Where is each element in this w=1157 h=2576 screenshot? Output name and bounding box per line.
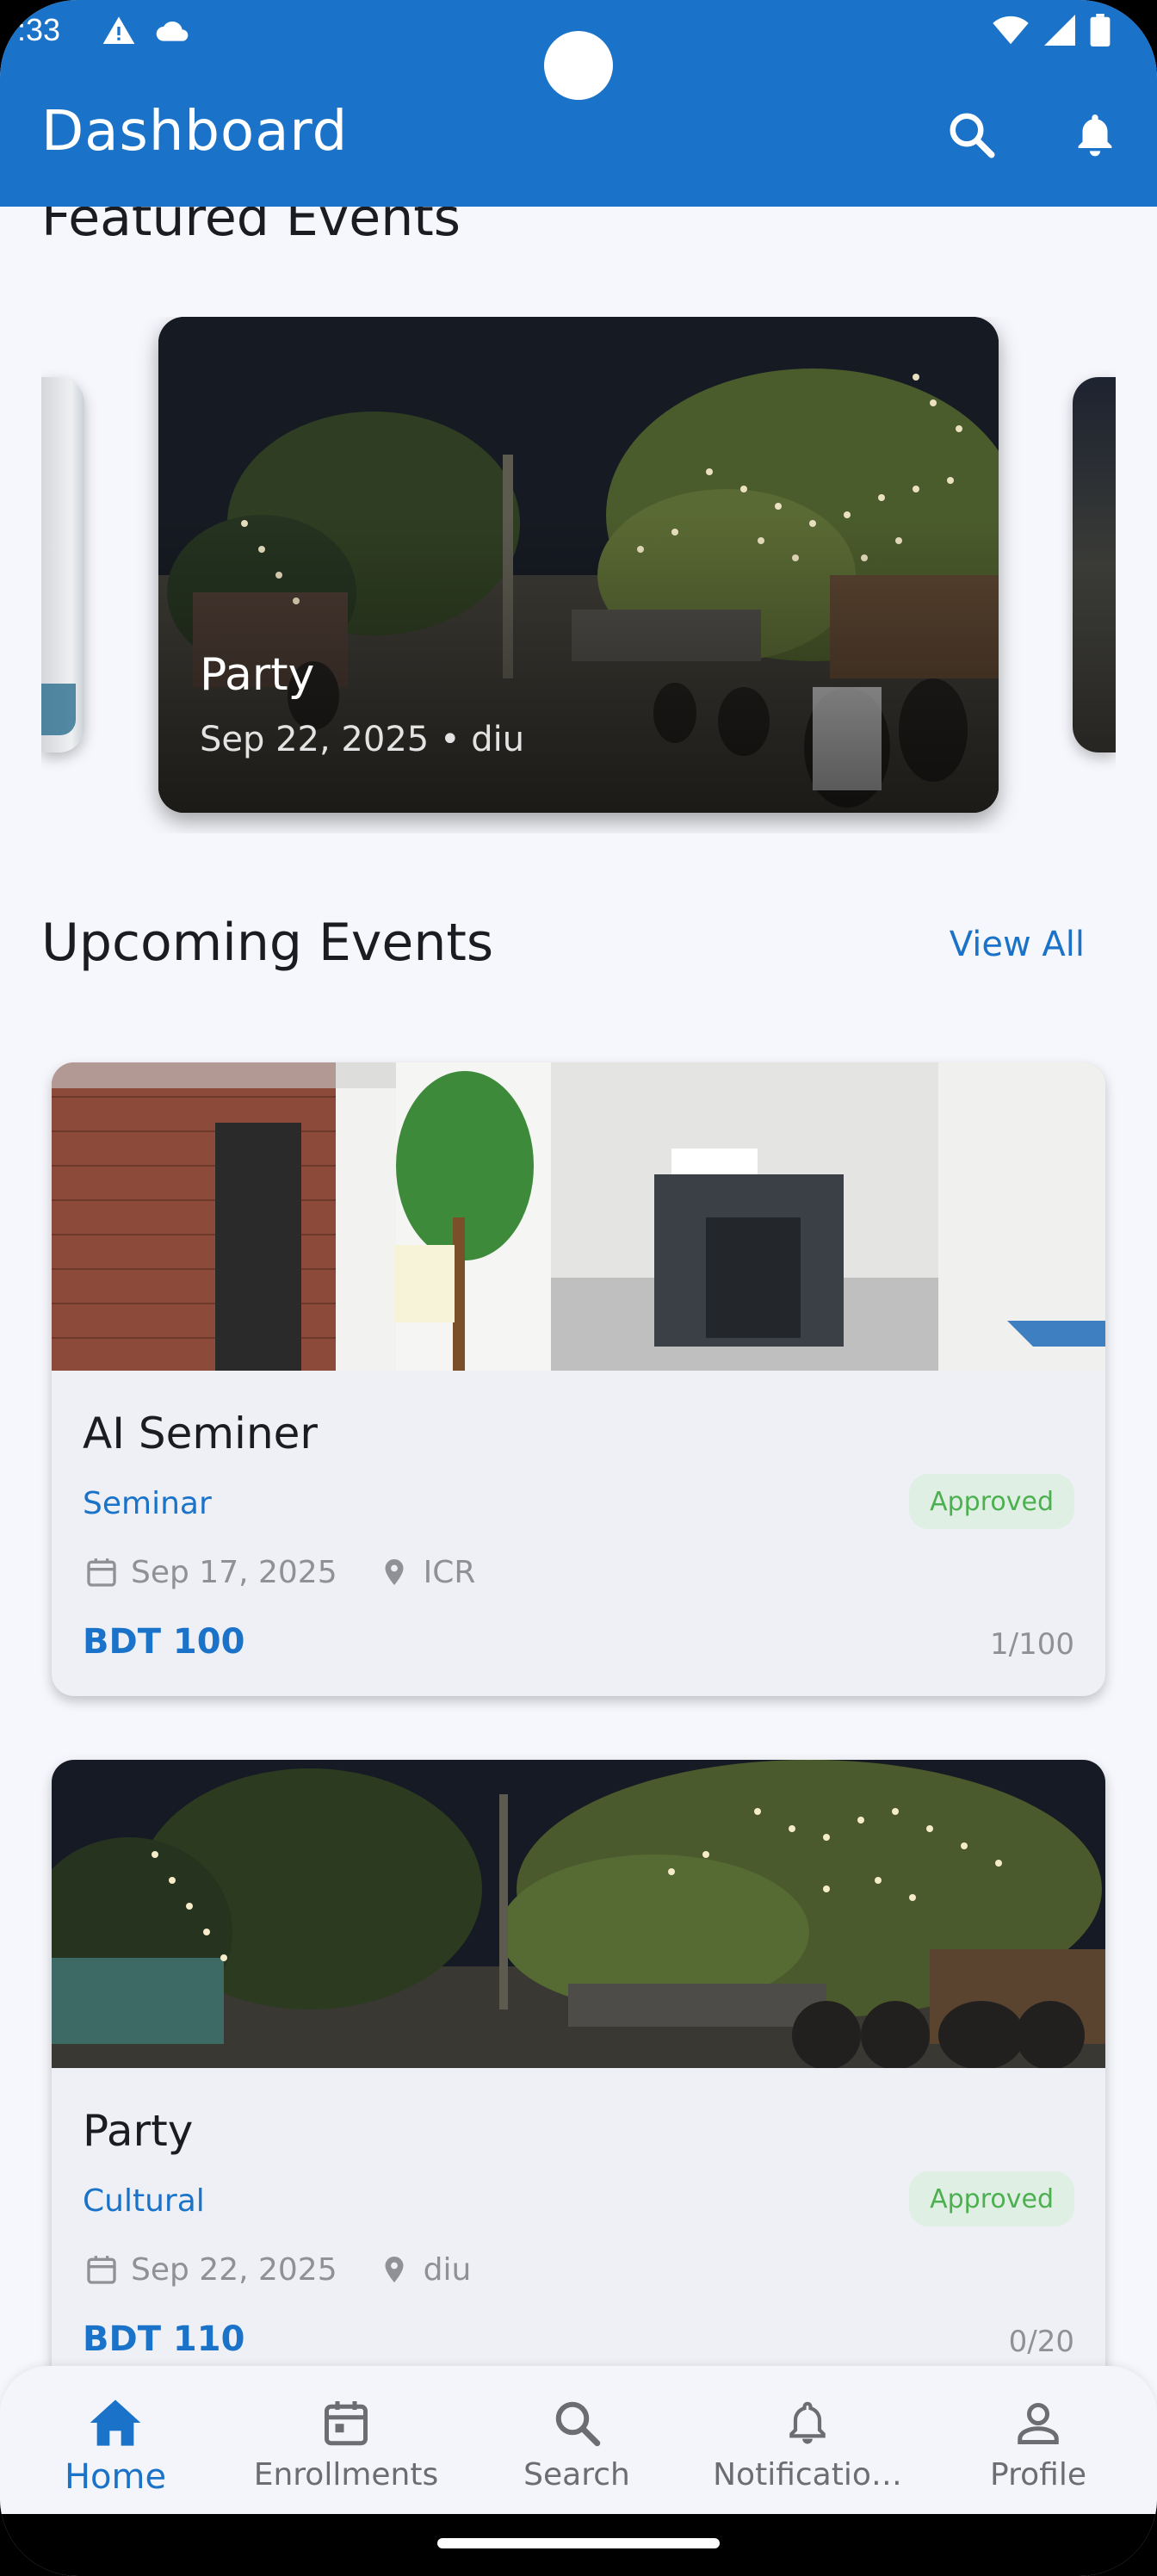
featured-event-meta: Sep 22, 2025 • diu <box>200 720 525 759</box>
status-time: 7:33 <box>0 12 61 47</box>
dashboard-content[interactable]: Featured Events Party Sep 22, 2025 • diu… <box>0 207 1157 2368</box>
nav-item-enrollments[interactable]: Enrollments <box>231 2366 461 2514</box>
status-badge: Approved <box>909 2171 1074 2226</box>
featured-card-next[interactable] <box>1073 377 1116 752</box>
signal-icon <box>1043 15 1076 49</box>
calendar-icon <box>320 2392 372 2454</box>
event-location: ICR <box>423 1554 476 1590</box>
featured-event-card[interactable]: Party Sep 22, 2025 • diu <box>158 317 999 813</box>
nav-label: Profile <box>990 2457 1086 2492</box>
event-meta-row: Sep 17, 2025 ICR <box>83 1553 475 1591</box>
nav-item-notifications[interactable]: Notificatio… <box>692 2366 923 2514</box>
search-button[interactable] <box>940 103 1002 165</box>
bell-icon <box>783 2392 832 2454</box>
event-card[interactable]: Party Cultural Approved Sep 22, 2025 diu… <box>52 1760 1105 2368</box>
event-name: AI Seminer <box>83 1409 318 1458</box>
battery-icon <box>1090 14 1111 50</box>
nav-label: Enrollments <box>253 2457 439 2492</box>
view-all-link[interactable]: View All <box>950 925 1085 964</box>
event-meta-row: Sep 22, 2025 diu <box>83 2251 471 2288</box>
person-icon <box>1012 2392 1064 2454</box>
home-icon <box>88 2392 143 2454</box>
search-icon <box>950 113 995 158</box>
app-bar: 7:33 Dashboard <box>0 0 1157 207</box>
event-category: Seminar <box>83 1486 212 1521</box>
event-price: BDT 100 <box>83 1622 245 1662</box>
nav-item-profile[interactable]: Profile <box>923 2366 1154 2514</box>
featured-event-name: Party <box>200 649 315 701</box>
featured-events-title: Featured Events <box>41 207 461 248</box>
status-left-icons <box>102 14 191 52</box>
calendar-icon <box>83 1553 121 1591</box>
nav-item-home[interactable]: Home <box>0 2366 231 2514</box>
event-price: BDT 110 <box>83 2319 245 2359</box>
nav-label: Search <box>523 2457 630 2492</box>
notifications-button[interactable] <box>1064 103 1126 165</box>
event-date: Sep 17, 2025 <box>131 1554 337 1590</box>
nav-label: Notificatio… <box>713 2457 902 2492</box>
event-capacity: 1/100 <box>990 1627 1074 1662</box>
event-image <box>52 1760 1105 2068</box>
event-image <box>52 1062 1105 1371</box>
nav-item-search[interactable]: Search <box>461 2366 692 2514</box>
app-screen: 7:33 Dashboard Featured Events Party Sep… <box>0 0 1157 2576</box>
featured-card-previous[interactable] <box>41 377 84 752</box>
cloud-icon <box>153 14 191 52</box>
home-indicator[interactable] <box>437 2538 720 2548</box>
calendar-icon <box>83 2251 121 2288</box>
featured-carousel[interactable]: Party Sep 22, 2025 • diu <box>41 317 1116 833</box>
event-date: Sep 22, 2025 <box>131 2251 337 2288</box>
search-icon <box>551 2392 603 2454</box>
front-camera <box>544 31 613 100</box>
nav-label: Home <box>64 2457 167 2497</box>
event-name: Party <box>83 2106 194 2156</box>
bell-icon <box>1078 115 1112 157</box>
event-card[interactable]: AI Seminer Seminar Approved Sep 17, 2025… <box>52 1062 1105 1696</box>
status-right-icons <box>992 14 1111 50</box>
status-badge: Approved <box>909 1474 1074 1529</box>
page-title: Dashboard <box>41 100 349 164</box>
event-capacity: 0/20 <box>1008 2325 1074 2359</box>
location-pin-icon <box>375 2251 413 2288</box>
upcoming-events-title: Upcoming Events <box>41 913 494 973</box>
warning-icon <box>102 14 136 52</box>
wifi-icon <box>992 15 1030 49</box>
event-category: Cultural <box>83 2183 205 2219</box>
bottom-navigation: Home Enrollments Search Notificatio… Pro… <box>0 2366 1157 2514</box>
event-location: diu <box>423 2251 472 2288</box>
location-pin-icon <box>375 1553 413 1591</box>
